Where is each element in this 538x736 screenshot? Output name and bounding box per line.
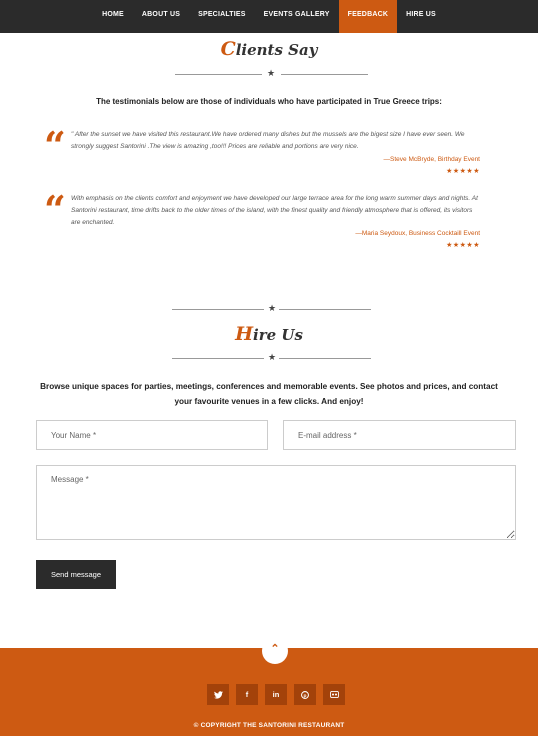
copyright-text: © COPYRIGHT THE SANTORINI RESTAURANT xyxy=(193,722,345,729)
testimonial-author: —Steve McBryde, Birthday Event xyxy=(383,156,480,163)
testimonial-1: “ " After the sunset we have visited thi… xyxy=(44,123,484,176)
double-chevron-up-icon: ⌃ xyxy=(270,643,280,655)
testimonial-text: " After the sunset we have visited this … xyxy=(71,131,465,150)
title-initial: C xyxy=(220,38,236,60)
clients-intro: The testimonials below are those of indi… xyxy=(96,97,442,106)
hire-section-title: Hire Us xyxy=(0,323,538,345)
pinterest-icon[interactable]: p xyxy=(294,684,316,705)
clients-divider: ★ xyxy=(175,68,368,79)
hire-intro: Browse unique spaces for parties, meetin… xyxy=(40,382,498,406)
hire-bottom-divider: ★ xyxy=(172,352,371,363)
testimonial-text: With emphasis on the clients comfort and… xyxy=(71,195,478,226)
quote-icon: “ xyxy=(44,123,66,168)
nav-item-about-us[interactable]: ABOUT US xyxy=(133,0,189,33)
testimonial-2: “ With emphasis on the clients comfort a… xyxy=(44,187,484,251)
nav-item-hire-us[interactable]: HIRE US xyxy=(397,0,445,33)
facebook-icon[interactable]: f xyxy=(236,684,258,705)
rating-stars: ★★★★★ xyxy=(446,168,480,175)
rating-stars: ★★★★★ xyxy=(446,242,480,249)
email-input[interactable] xyxy=(283,420,516,450)
svg-text:p: p xyxy=(304,694,307,699)
top-navigation: HOME ABOUT US SPECIALTIES EVENTS GALLERY… xyxy=(0,0,538,33)
star-icon: ★ xyxy=(267,68,276,78)
social-links: f in p xyxy=(207,684,352,705)
title-rest: lients Say xyxy=(235,41,318,59)
twitter-icon[interactable] xyxy=(207,684,229,705)
testimonial-author: —Maria Seydoux, Business Cocktaill Event xyxy=(355,230,480,237)
linkedin-icon[interactable]: in xyxy=(265,684,287,705)
star-icon: ★ xyxy=(268,352,277,362)
name-input[interactable] xyxy=(36,420,268,450)
nav-item-specialties[interactable]: SPECIALTIES xyxy=(189,0,255,33)
message-textarea[interactable] xyxy=(36,465,516,540)
scroll-to-top-button[interactable]: ⌃ xyxy=(262,638,288,664)
title-initial: H xyxy=(235,323,254,345)
quote-icon: “ xyxy=(44,187,66,232)
nav-item-feedback[interactable]: FEEDBACK xyxy=(338,0,398,33)
send-message-button[interactable]: Send message xyxy=(36,560,116,589)
clients-section-title: Clients Say xyxy=(0,38,538,60)
flickr-icon[interactable] xyxy=(323,684,345,705)
hire-top-divider: ★ xyxy=(172,303,371,314)
title-rest: ire Us xyxy=(253,326,303,344)
nav-item-events-gallery[interactable]: EVENTS GALLERY xyxy=(255,0,339,33)
nav-item-home[interactable]: HOME xyxy=(93,0,133,33)
star-icon: ★ xyxy=(268,303,277,313)
